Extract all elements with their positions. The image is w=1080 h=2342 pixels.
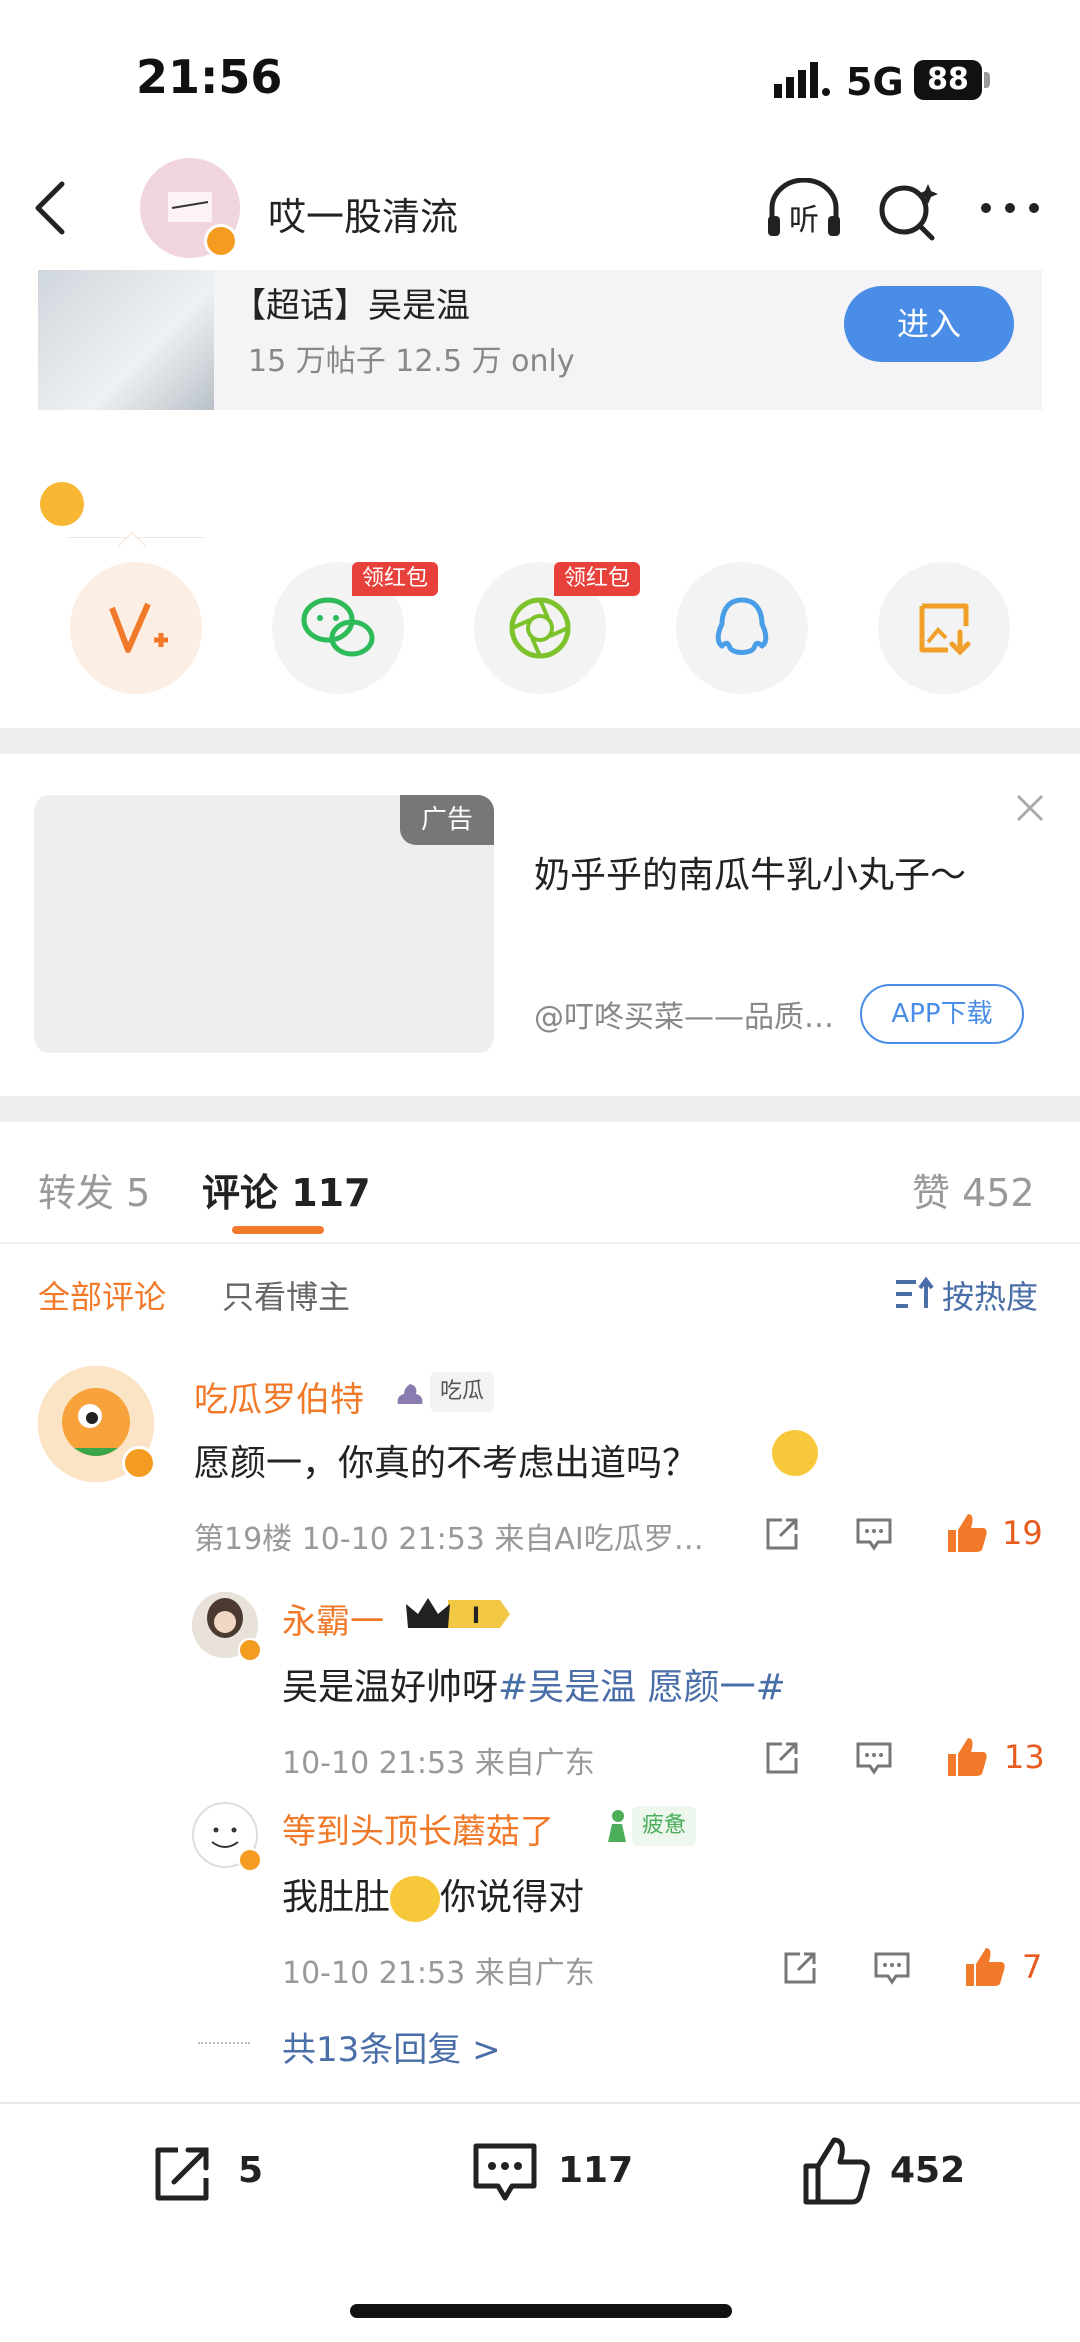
comment-text: 吴是温好帅呀#吴是温 愿颜一# [282,1658,786,1710]
repost-icon[interactable] [762,1738,802,1778]
ad-source[interactable]: @叮咚买菜——品质… [534,992,834,1036]
reply-icon[interactable] [854,1738,894,1778]
section-gap [0,728,1080,754]
network-label: 5G [846,60,904,104]
filter-author-only[interactable]: 只看博主 [222,1272,350,1318]
comment-meta: 10-10 21:53 来自广东 [282,1956,595,1991]
comment-meta: 10-10 21:53 来自广东 [282,1746,595,1781]
qq-icon [715,597,769,655]
like-count: 13 [1004,1738,1045,1776]
verified-badge [238,1638,262,1662]
save-image-icon [919,603,971,656]
like-icon[interactable] [944,1510,990,1556]
verified-badge [122,1446,156,1480]
tired-person-icon [608,1810,626,1842]
vplus-icon [109,602,168,653]
close-icon[interactable] [1012,790,1048,826]
reply-text-part: 我肚肚 [282,1877,391,1918]
svg-text:I: I [472,1604,480,1629]
sort-by-hot[interactable]: 按热度 [942,1272,1038,1318]
page-title: 哎一股清流 [268,195,459,239]
bottom-divider [0,2102,1080,2104]
like-count: 7 [1022,1948,1043,1986]
section-gap [0,1096,1080,1122]
comment-meta: 第19楼 10-10 21:53 来自AI吃瓜罗… [194,1522,704,1557]
battery-indicator: 88 [914,60,982,100]
ad-tag: 广告 [400,795,494,845]
comment-icon[interactable] [470,2138,540,2208]
back-icon[interactable] [30,180,70,236]
topic-stats: 15 万帖子 12.5 万 only [248,344,575,379]
comment-author[interactable]: 永霸一 [282,1594,384,1643]
search-icon[interactable] [870,178,950,242]
reply-text-part: 你说得对 [440,1877,585,1918]
like-icon[interactable] [962,1944,1008,1990]
reply-icon[interactable] [854,1514,894,1554]
divider [0,1242,1080,1244]
more-replies-link[interactable]: 共13条回复 > [282,2022,501,2071]
battery-tip [984,72,990,88]
filter-all-comments[interactable]: 全部评论 [38,1272,166,1318]
save-image-button[interactable] [878,562,1010,694]
reply-icon[interactable] [872,1948,912,1988]
app-download-button[interactable]: APP下载 [860,984,1024,1044]
qq-share-button[interactable] [676,562,808,694]
dotted-divider [198,2042,250,2044]
more-icon[interactable] [970,178,1050,242]
kiss-emoji-icon [40,482,84,526]
like-icon[interactable] [800,2134,874,2208]
status-time: 21:56 [136,50,283,104]
poop-icon [394,1374,423,1410]
crying-emoji-icon [390,1876,441,1922]
vip-crown-badge-icon: I [406,1598,510,1629]
comment-text: 我肚肚 你说得对 [282,1868,584,1922]
vplus-share-button[interactable] [70,562,202,694]
bottom-like-count[interactable]: 452 [890,2150,965,2191]
ad-title[interactable]: 奶乎乎的南瓜牛乳小丸子～ [534,846,966,898]
red-packet-badge: 领红包 [352,562,439,596]
home-indicator[interactable] [350,2304,732,2318]
like-count: 19 [1002,1514,1043,1552]
sort-icon[interactable] [894,1276,934,1312]
tab-like[interactable]: 赞 452 [912,1162,1035,1217]
comment-author[interactable]: 等到头顶长蘑菇了 [282,1804,554,1853]
bottom-repost-count[interactable]: 5 [238,2150,263,2191]
verified-badge [204,224,238,258]
red-packet-badge: 领红包 [554,562,641,596]
verified-badge [238,1848,262,1872]
active-tab-indicator [232,1226,324,1234]
tab-comment[interactable]: 评论 117 [202,1162,371,1217]
like-icon[interactable] [944,1734,990,1780]
user-tag: 吃瓜 [430,1372,495,1412]
enter-button[interactable]: 进入 [844,286,1014,362]
user-tag: 疲惫 [632,1806,697,1846]
signal-icon [774,62,830,98]
topic-thumbnail [38,270,214,410]
topic-name: 【超话】吴是温 [232,286,470,326]
reply-text: 吴是温好帅呀 [282,1667,499,1708]
repost-icon[interactable] [762,1514,802,1554]
listen-icon[interactable]: 听 [764,178,844,242]
repost-icon[interactable] [780,1948,820,1988]
comment-text: 愿颜一，你真的不考虑出道吗？ [194,1443,699,1484]
comment-author[interactable]: 吃瓜罗伯特 [194,1372,364,1421]
svg-text:听: 听 [789,203,819,238]
repost-icon[interactable] [148,2138,218,2208]
salute-emoji-icon [772,1430,818,1476]
hashtag-link[interactable]: #吴是温 愿颜一# [498,1667,786,1708]
tab-repost[interactable]: 转发 5 [38,1162,150,1217]
bottom-comment-count[interactable]: 117 [558,2150,633,2191]
